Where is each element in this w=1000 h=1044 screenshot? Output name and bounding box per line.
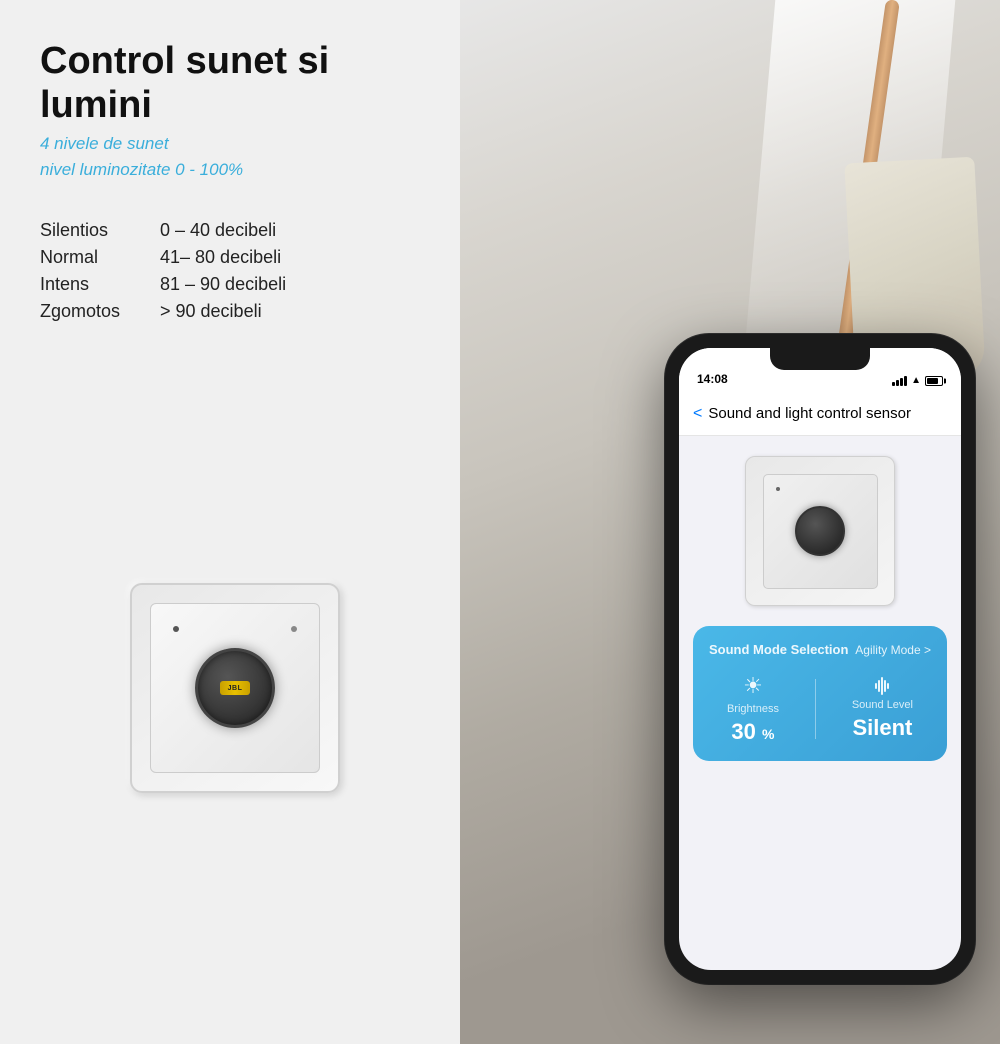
wave-bar-1 [875,683,877,689]
room-background: 14:08 ▲ [420,0,1000,1044]
wifi-icon: ▲ [911,375,921,386]
signal-bar-3 [900,378,903,386]
phone-device-inner [763,474,878,589]
brightness-unit: % [762,726,774,742]
sound-level-range: 41– 80 decibeli [160,247,430,268]
main-container: Control sunet si lumini 4 nivele de sune… [0,0,1000,1044]
signal-bar-2 [896,380,899,386]
phone-screen: 14:08 ▲ [679,348,961,970]
brightness-label: Brightness [727,703,779,715]
signal-bars-icon [892,376,907,386]
wave-bar-3 [881,677,883,695]
device-image-area: JBL [40,362,430,1014]
device-dot [173,626,179,632]
battery-icon [925,376,943,386]
sound-levels-table: Silentios0 – 40 decibeliNormal41– 80 dec… [40,220,430,322]
sound-label: Sound Level [852,699,913,711]
card-metrics: ☀ Brightness 30 % [709,673,931,745]
title-section: Control sunet si lumini 4 nivele de sune… [40,40,430,182]
sound-metric: Sound Level Silent [852,677,913,741]
phone-notch [770,348,870,370]
subtitle-line2: nivel luminozitate 0 - 100% [40,157,430,183]
card-title: Sound Mode Selection [709,642,848,657]
sensor-inner: JBL [220,681,250,695]
status-icons: ▲ [892,375,943,386]
sound-level-name: Silentios [40,220,160,241]
brightness-metric: ☀ Brightness 30 % [727,673,779,745]
card-header: Sound Mode Selection Agility Mode > [709,642,931,657]
phone-device-sensor [795,506,845,556]
battery-fill [927,378,938,384]
device-pir-dot [291,626,297,632]
sound-level-name: Normal [40,247,160,268]
phone-body: 14:08 ▲ [665,334,975,984]
signal-bar-1 [892,382,895,386]
sound-level-range: 81 – 90 decibeli [160,274,430,295]
device-sensor: JBL [195,648,275,728]
phone-device-dot [776,487,780,491]
signal-bar-4 [904,376,907,386]
left-panel: Control sunet si lumini 4 nivele de sune… [0,0,460,1044]
phone-container: 14:08 ▲ [650,334,990,1014]
back-button[interactable]: < [693,405,702,423]
wave-bar-2 [878,680,880,692]
sensor-text: JBL [228,685,243,692]
sound-value: Silent [852,715,912,741]
wave-bar-4 [884,680,886,692]
page-title: Control sunet si lumini [40,40,430,127]
phone-device-image [745,456,895,606]
phone-nav-bar: < Sound and light control sensor [679,392,961,436]
sound-level-name: Intens [40,274,160,295]
brightness-icon: ☀ [743,673,763,699]
control-card: Sound Mode Selection Agility Mode > ☀ Br… [693,626,947,761]
brightness-value: 30 % [731,719,774,745]
sound-level-range: > 90 decibeli [160,301,430,322]
right-panel: 14:08 ▲ [420,0,1000,1044]
device-inner-frame: JBL [150,603,320,773]
subtitle-line1: 4 nivele de sunet [40,131,430,157]
sound-level-name: Zgomotos [40,301,160,322]
device-switch: JBL [130,583,340,793]
sound-wave-icon [875,677,889,695]
card-mode[interactable]: Agility Mode > [855,643,931,657]
nav-title: Sound and light control sensor [708,405,911,422]
sound-level-range: 0 – 40 decibeli [160,220,430,241]
status-time: 14:08 [697,372,728,386]
wave-bar-5 [887,683,889,689]
metric-divider [815,679,816,739]
